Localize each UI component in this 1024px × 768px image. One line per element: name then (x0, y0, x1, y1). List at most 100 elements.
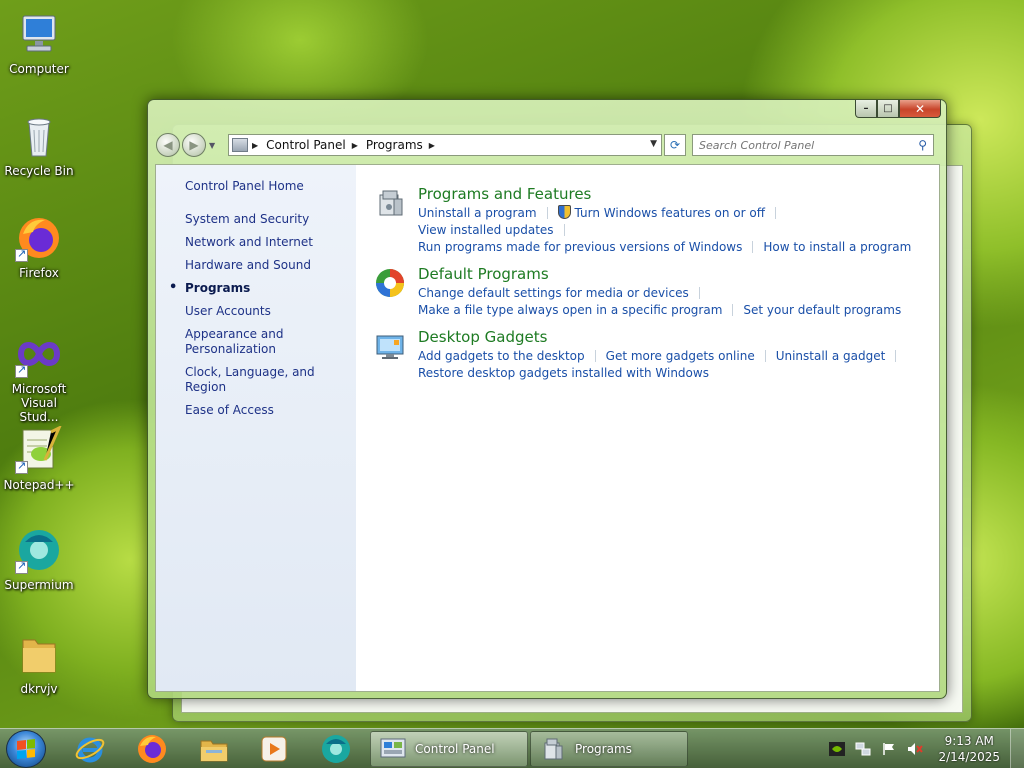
section-title-desktop-gadgets[interactable]: Desktop Gadgets (418, 328, 919, 346)
control-panel-icon (380, 738, 406, 758)
window-controls: – □ ✕ (855, 100, 941, 118)
desktop-icon-label: dkrvjv (20, 682, 58, 696)
taskbar-pin-file-explorer[interactable] (186, 733, 242, 765)
sidebar-item-appearance[interactable]: Appearance and Personalization (185, 327, 345, 357)
action-center-flag-icon[interactable] (880, 741, 898, 757)
link-how-to-install[interactable]: How to install a program (763, 239, 911, 256)
sidebar-item-system-and-security[interactable]: System and Security (185, 212, 345, 227)
volume-muted-icon[interactable] (906, 741, 924, 757)
navigation-bar: ◀ ▶ ▼ ▶ Control Panel ▶ Programs ▶ ▼ ⟳ ⚲ (156, 132, 938, 158)
link-separator (594, 350, 596, 362)
section-title-programs-and-features[interactable]: Programs and Features (418, 185, 919, 203)
minimize-button[interactable]: – (855, 100, 877, 118)
desktop-icon-supermium[interactable]: Supermium (0, 526, 78, 592)
breadcrumb-arrow-icon[interactable]: ▶ (252, 141, 258, 150)
breadcrumb-arrow-icon[interactable]: ▶ (429, 141, 435, 150)
refresh-button[interactable]: ⟳ (664, 134, 686, 156)
link-restore-gadgets[interactable]: Restore desktop gadgets installed with W… (418, 365, 709, 382)
sidebar-item-network-and-internet[interactable]: Network and Internet (185, 235, 345, 250)
sidebar-item-programs[interactable]: Programs (169, 280, 345, 296)
content-area: Control Panel Home System and Security N… (155, 164, 940, 692)
shortcut-arrow-icon (15, 459, 28, 474)
taskbar-task-control-panel[interactable]: Control Panel (370, 731, 528, 767)
link-add-gadgets[interactable]: Add gadgets to the desktop (418, 348, 585, 365)
desktop-icon-computer[interactable]: Computer (0, 10, 78, 76)
section-programs-and-features: Programs and Features Uninstall a progra… (374, 185, 919, 256)
link-separator (563, 224, 565, 236)
shortcut-arrow-icon (15, 559, 28, 574)
desktop-icon-label: Microsoft Visual Stud... (11, 382, 67, 424)
firefox-icon (15, 214, 63, 262)
show-desktop-button[interactable] (1010, 729, 1024, 768)
breadcrumb-programs[interactable]: Programs (366, 138, 423, 152)
sidebar-item-hardware-and-sound[interactable]: Hardware and Sound (185, 258, 345, 273)
desktop-icon-folder[interactable]: dkrvjv (0, 630, 78, 696)
taskbar: Control Panel Programs 9:13 AM 2/14/2025 (0, 728, 1024, 768)
folder-icon (15, 630, 63, 678)
link-change-default-settings[interactable]: Change default settings for media or dev… (418, 285, 689, 302)
desktop-icon-label: Computer (9, 62, 69, 76)
link-run-previous-versions[interactable]: Run programs made for previous versions … (418, 239, 742, 256)
address-dropdown-icon[interactable]: ▼ (650, 139, 657, 149)
back-button[interactable]: ◀ (156, 133, 180, 157)
clock[interactable]: 9:13 AM 2/14/2025 (938, 733, 1000, 765)
firefox-icon (138, 735, 166, 763)
visual-studio-icon (15, 330, 63, 378)
link-separator (752, 241, 754, 253)
section-title-default-programs[interactable]: Default Programs (418, 265, 919, 283)
taskbar-task-programs[interactable]: Programs (530, 731, 688, 767)
default-programs-icon (374, 267, 406, 299)
maximize-button[interactable]: □ (877, 100, 899, 118)
sidebar-item-clock-language-region[interactable]: Clock, Language, and Region (185, 365, 345, 395)
clock-time: 9:13 AM (944, 734, 994, 748)
desktop-icon-notepadpp[interactable]: Notepad++ (0, 424, 78, 492)
desktop-icon-label: Supermium (4, 578, 74, 592)
refresh-icon: ⟳ (669, 138, 681, 152)
start-button[interactable] (6, 730, 46, 768)
programs-and-features-icon (374, 187, 406, 219)
search-input[interactable] (699, 138, 919, 152)
sidebar: Control Panel Home System and Security N… (156, 165, 356, 691)
link-get-more-gadgets[interactable]: Get more gadgets online (606, 348, 755, 365)
link-uninstall-gadget[interactable]: Uninstall a gadget (776, 348, 886, 365)
search-box[interactable]: ⚲ (692, 134, 934, 156)
search-icon[interactable]: ⚲ (918, 138, 927, 152)
breadcrumb-arrow-icon[interactable]: ▶ (352, 141, 358, 150)
address-bar[interactable]: ▶ Control Panel ▶ Programs ▶ ▼ (228, 134, 662, 156)
programs-icon (544, 738, 563, 760)
forward-arrow-icon: ▶ (189, 138, 199, 152)
link-file-type-always-open[interactable]: Make a file type always open in a specif… (418, 302, 722, 319)
link-separator (895, 350, 897, 362)
maximize-icon: □ (883, 103, 893, 114)
internet-explorer-icon (75, 737, 105, 763)
control-panel-window[interactable]: – □ ✕ ◀ ▶ ▼ ▶ Control Panel ▶ Programs ▶… (147, 99, 947, 699)
close-button[interactable]: ✕ (899, 100, 941, 118)
sidebar-item-user-accounts[interactable]: User Accounts (185, 304, 345, 319)
breadcrumb-control-panel[interactable]: Control Panel (266, 138, 346, 152)
link-separator (698, 287, 700, 299)
recent-pages-dropdown-icon[interactable]: ▼ (209, 141, 215, 150)
supermium-icon (15, 526, 63, 574)
control-panel-icon (232, 138, 248, 152)
sidebar-item-ease-of-access[interactable]: Ease of Access (185, 403, 345, 418)
taskbar-pin-firefox[interactable] (124, 733, 180, 765)
main-panel: Programs and Features Uninstall a progra… (356, 165, 939, 691)
section-desktop-gadgets: Desktop Gadgets Add gadgets to the deskt… (374, 328, 919, 382)
desktop-icon-firefox[interactable]: Firefox (0, 214, 78, 280)
link-uninstall-program[interactable]: Uninstall a program (418, 205, 537, 222)
desktop-icon-recycle-bin[interactable]: Recycle Bin (0, 112, 78, 178)
nvidia-icon[interactable] (828, 741, 846, 757)
taskbar-pin-internet-explorer[interactable] (62, 733, 118, 765)
media-player-icon (261, 736, 287, 762)
link-turn-windows-features[interactable]: Turn Windows features on or off (575, 205, 766, 222)
sidebar-item-control-panel-home[interactable]: Control Panel Home (185, 179, 345, 194)
network-icon[interactable] (854, 741, 872, 757)
link-view-installed-updates[interactable]: View installed updates (418, 222, 554, 239)
taskbar-pin-media-player[interactable] (246, 733, 302, 765)
clock-date: 2/14/2025 (938, 750, 1000, 764)
desktop-icon-visual-studio[interactable]: Microsoft Visual Stud... (0, 330, 78, 424)
taskbar-pin-supermium[interactable] (308, 733, 364, 765)
link-set-default-programs[interactable]: Set your default programs (743, 302, 901, 319)
forward-button[interactable]: ▶ (182, 133, 206, 157)
section-default-programs: Default Programs Change default settings… (374, 265, 919, 319)
